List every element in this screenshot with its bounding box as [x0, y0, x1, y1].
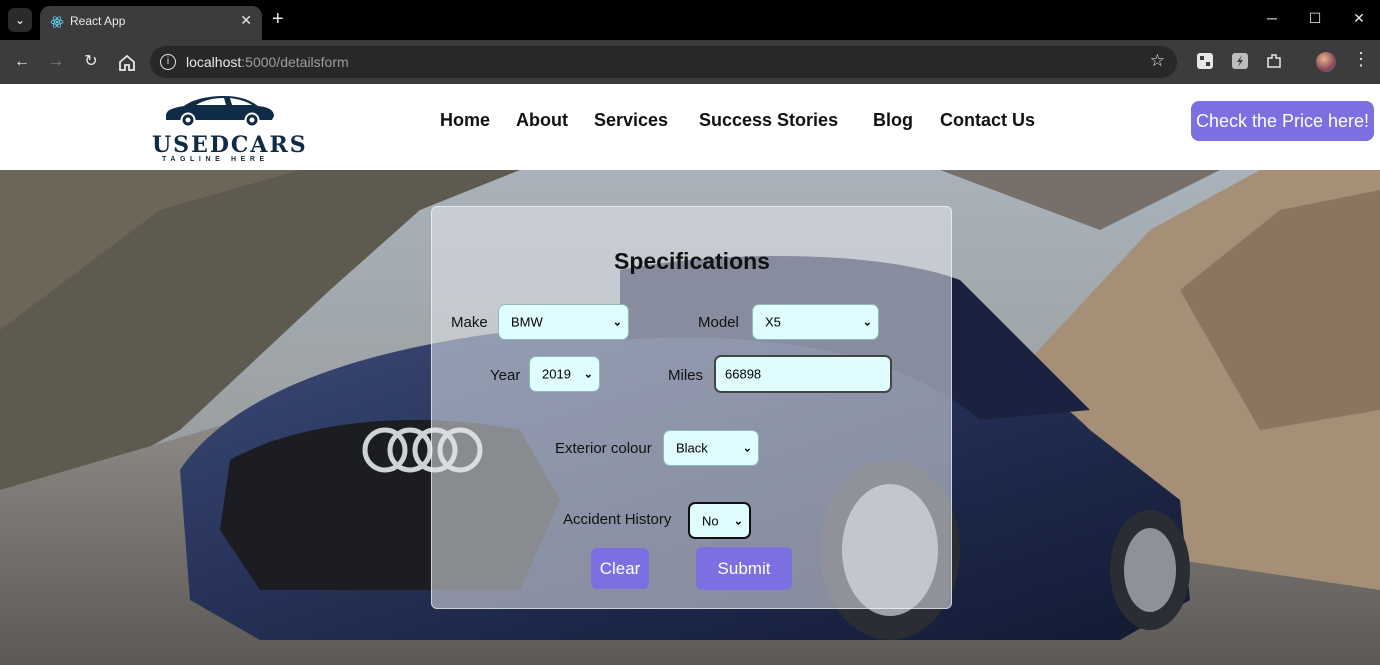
chevron-down-icon: ⌄	[733, 515, 743, 527]
logo-tagline: TAGLINE HERE	[162, 156, 269, 163]
nav-about[interactable]: About	[516, 110, 568, 131]
year-select[interactable]: 2019 ⌄	[529, 356, 600, 392]
clear-button[interactable]: Clear	[591, 548, 649, 589]
tab-search-icon[interactable]: ⌄	[8, 8, 32, 32]
maximize-icon[interactable]: ☐	[1305, 10, 1325, 27]
close-tab-icon[interactable]: ✕	[240, 12, 252, 29]
url-text: localhost:5000/detailsform	[186, 54, 349, 70]
exterior-colour-select[interactable]: Black ⌄	[663, 430, 759, 466]
home-icon[interactable]	[116, 52, 138, 74]
check-price-button[interactable]: Check the Price here!	[1191, 101, 1374, 141]
hero-background: Specifications Make BMW ⌄ Model X5 ⌄ Yea…	[0, 170, 1380, 665]
specifications-form: Specifications Make BMW ⌄ Model X5 ⌄ Yea…	[431, 206, 952, 609]
site-logo[interactable]: USEDCARS TAGLINE HERE	[150, 90, 306, 166]
menu-icon[interactable]: ⋮	[1352, 49, 1370, 70]
chevron-down-icon: ⌄	[583, 368, 593, 381]
new-tab-button[interactable]: +	[272, 8, 284, 30]
miles-label: Miles	[668, 367, 704, 384]
car-logo-icon	[166, 96, 274, 128]
site-header: USEDCARS TAGLINE HERE Home About Service…	[0, 84, 1380, 170]
browser-tab[interactable]: React App ✕	[40, 6, 262, 40]
accident-history-label: Accident History	[563, 511, 672, 528]
address-bar[interactable]: i localhost:5000/detailsform ☆	[150, 46, 1177, 78]
exterior-colour-label: Exterior colour	[555, 440, 652, 457]
miles-input[interactable]: 66898	[714, 355, 892, 393]
make-select[interactable]: BMW ⌄	[498, 304, 629, 340]
extension-icon[interactable]	[1231, 52, 1249, 70]
form-title: Specifications	[614, 248, 770, 274]
submit-button[interactable]: Submit	[696, 547, 792, 590]
model-label: Model	[698, 314, 739, 331]
chevron-down-icon: ⌄	[742, 442, 752, 455]
forward-icon[interactable]: →	[45, 52, 67, 74]
accident-history-select[interactable]: No ⌄	[688, 502, 751, 539]
web-page: USEDCARS TAGLINE HERE Home About Service…	[0, 84, 1380, 665]
model-select[interactable]: X5 ⌄	[752, 304, 879, 340]
nav-home[interactable]: Home	[440, 110, 490, 131]
site-info-icon[interactable]: i	[160, 54, 176, 70]
year-label: Year	[490, 367, 521, 384]
make-label: Make	[451, 314, 488, 331]
extensions-puzzle-icon[interactable]	[1265, 52, 1283, 70]
react-icon	[50, 16, 64, 28]
nav-services[interactable]: Services	[594, 110, 668, 131]
nav-success-stories[interactable]: Success Stories	[699, 110, 838, 131]
extension-icon[interactable]	[1196, 52, 1214, 70]
reload-icon[interactable]: ↻	[80, 52, 102, 74]
browser-tab-bar: ⌄ React App ✕ + ─ ☐ ✕	[0, 0, 1380, 40]
profile-avatar[interactable]	[1316, 52, 1336, 72]
logo-text: USEDCARS	[152, 132, 308, 158]
browser-toolbar: ← → ↻ i localhost:5000/detailsform ☆	[0, 40, 1380, 84]
chevron-down-icon: ⌄	[612, 316, 622, 329]
close-window-icon[interactable]: ✕	[1349, 10, 1369, 27]
nav-contact-us[interactable]: Contact Us	[940, 110, 1035, 131]
minimize-icon[interactable]: ─	[1262, 10, 1282, 26]
nav-blog[interactable]: Blog	[873, 110, 913, 131]
chevron-down-icon: ⌄	[862, 316, 872, 329]
back-icon[interactable]: ←	[11, 52, 33, 74]
tab-title: React App	[70, 14, 126, 28]
bookmark-star-icon[interactable]: ☆	[1150, 51, 1165, 71]
